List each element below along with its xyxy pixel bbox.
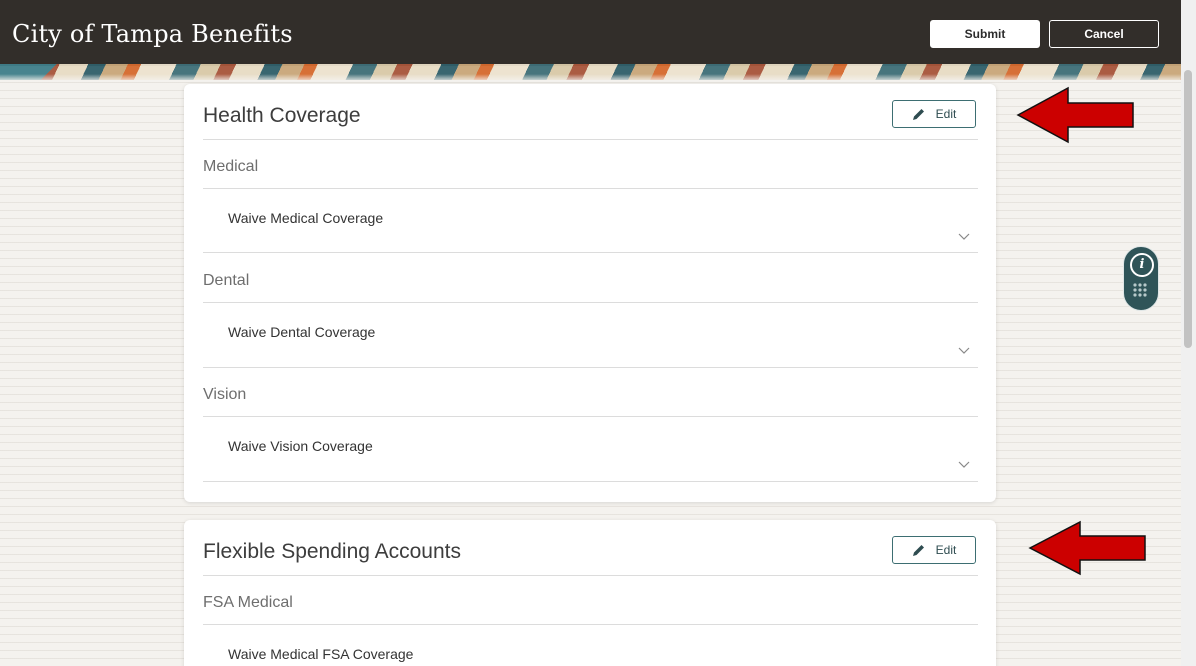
red-arrow-icon [1028, 520, 1146, 576]
divider [203, 252, 978, 253]
divider [203, 367, 978, 368]
fsa-medical-coverage-value[interactable]: Waive Medical FSA Coverage [228, 646, 413, 662]
card-title: Flexible Spending Accounts [203, 540, 461, 563]
flexible-spending-card: Flexible Spending Accounts Edit FSA Medi… [184, 520, 996, 666]
app-header: City of Tampa Benefits Submit Cancel [0, 0, 1196, 80]
divider [203, 188, 978, 189]
section-label-vision: Vision [203, 386, 247, 403]
header-fade [0, 74, 1196, 80]
divider [203, 416, 978, 417]
section-label-medical: Medical [203, 158, 259, 175]
scrollbar-thumb[interactable] [1184, 70, 1192, 348]
red-arrow-icon [1016, 86, 1134, 144]
vision-coverage-value[interactable]: Waive Vision Coverage [228, 438, 373, 454]
divider [203, 575, 978, 576]
card-title: Health Coverage [203, 104, 361, 127]
submit-button[interactable]: Submit [930, 20, 1040, 48]
divider [203, 139, 978, 140]
cancel-button[interactable]: Cancel [1049, 20, 1159, 48]
section-label-dental: Dental [203, 272, 250, 289]
edit-button[interactable]: Edit [892, 536, 976, 564]
pencil-icon [912, 109, 924, 120]
divider [203, 481, 978, 482]
divider [203, 624, 978, 625]
edit-label: Edit [935, 107, 957, 121]
floating-help-widget[interactable]: i [1123, 246, 1159, 311]
chevron-down-icon[interactable] [958, 461, 970, 469]
chevron-down-icon[interactable] [958, 233, 970, 241]
dots-grid-icon[interactable] [1132, 282, 1152, 302]
info-icon[interactable]: i [1130, 253, 1154, 277]
chevron-down-icon[interactable] [958, 347, 970, 355]
app-title: City of Tampa Benefits [12, 20, 293, 48]
vertical-scrollbar[interactable] [1181, 0, 1196, 666]
pencil-icon [912, 545, 924, 556]
edit-label: Edit [935, 543, 957, 557]
medical-coverage-value[interactable]: Waive Medical Coverage [228, 210, 383, 226]
health-coverage-card: Health Coverage Edit Medical Waive Medic… [184, 84, 996, 502]
divider [203, 302, 978, 303]
dental-coverage-value[interactable]: Waive Dental Coverage [228, 324, 375, 340]
edit-button[interactable]: Edit [892, 100, 976, 128]
section-label-fsa-medical: FSA Medical [203, 594, 293, 611]
